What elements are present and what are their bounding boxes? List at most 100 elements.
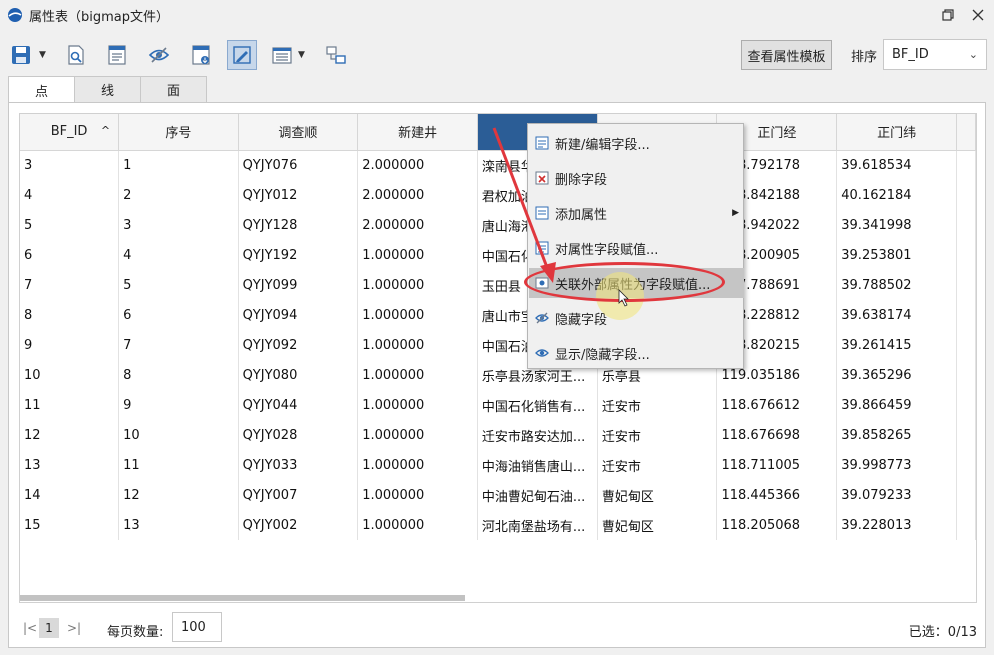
- cell-index[interactable]: 1: [118, 150, 239, 180]
- close-window-button[interactable]: [968, 5, 988, 25]
- cell-latitude[interactable]: 39.866459: [836, 390, 957, 420]
- table-row[interactable]: 13 11 QYJY033 1.000000 中海油销售唐山... 迁安市 118.7110…: [20, 450, 976, 480]
- cell-latitude[interactable]: 39.998773: [836, 450, 957, 480]
- cell-name[interactable]: 河北南堡盐场有...: [477, 510, 598, 540]
- cell-survey-order[interactable]: QYJY002: [238, 510, 359, 540]
- cell-latitude[interactable]: 40.162184: [836, 180, 957, 210]
- column-header-latitude[interactable]: 正门纬: [836, 114, 957, 151]
- cell-bf-id[interactable]: 3: [20, 150, 120, 180]
- cell-index[interactable]: 6: [118, 300, 239, 330]
- table-view-button[interactable]: [267, 40, 297, 70]
- sort-select[interactable]: BF_ID ⌄: [883, 39, 987, 70]
- cell-district[interactable]: 曹妃甸区: [597, 510, 718, 540]
- cell-new-well[interactable]: 1.000000: [357, 420, 478, 450]
- cell-index[interactable]: 2: [118, 180, 239, 210]
- column-header-survey-order[interactable]: 调查顺: [238, 114, 359, 151]
- cell-survey-order[interactable]: QYJY076: [238, 150, 359, 180]
- cell-name[interactable]: 中油曹妃甸石油...: [477, 480, 598, 510]
- table-row[interactable]: 14 12 QYJY007 1.000000 中油曹妃甸石油... 曹妃甸区 118.445…: [20, 480, 976, 510]
- cell-longitude[interactable]: 118.711005: [716, 450, 838, 480]
- cell-index[interactable]: 7: [118, 330, 239, 360]
- cell-index[interactable]: 5: [118, 270, 239, 300]
- menu-item-show-hide-field[interactable]: 显示/隐藏字段...: [529, 338, 744, 368]
- field-list-button[interactable]: [102, 40, 132, 70]
- cell-bf-id[interactable]: 12: [20, 420, 120, 450]
- table-row[interactable]: 3 1 QYJY076 2.000000 滦南县华 118.792178 39.618534: [20, 150, 976, 180]
- last-page-icon[interactable]: >|: [67, 621, 81, 635]
- table-row[interactable]: 15 13 QYJY002 1.000000 河北南堡盐场有... 曹妃甸区 118.205…: [20, 510, 976, 540]
- cell-latitude[interactable]: 39.261415: [836, 330, 957, 360]
- menu-item-link-external[interactable]: 关联外部属性为字段赋值...: [529, 268, 744, 298]
- cell-survey-order[interactable]: QYJY128: [238, 210, 359, 240]
- menu-item-hide-field[interactable]: 隐藏字段: [529, 303, 744, 333]
- attribute-table[interactable]: BF_ID ^ 序号 调查顺 新建井 正门经 正门纬 3 1 QYJY076 2.000…: [19, 113, 977, 603]
- cell-bf-id[interactable]: 5: [20, 210, 120, 240]
- table-row[interactable]: 4 2 QYJY012 2.000000 君权加油 118.842188 40.162184: [20, 180, 976, 210]
- cell-bf-id[interactable]: 8: [20, 300, 120, 330]
- menu-item-delete-field[interactable]: 删除字段: [529, 163, 744, 193]
- cell-latitude[interactable]: 39.228013: [836, 510, 957, 540]
- table-row[interactable]: 10 8 QYJY080 1.000000 乐亭县汤家河王... 乐亭县 119.03518…: [20, 360, 976, 390]
- cell-survey-order[interactable]: QYJY012: [238, 180, 359, 210]
- export-button[interactable]: [186, 40, 216, 70]
- cell-index[interactable]: 13: [118, 510, 239, 540]
- cell-bf-id[interactable]: 4: [20, 180, 120, 210]
- current-page[interactable]: 1: [39, 618, 59, 638]
- column-header-bf-id[interactable]: BF_ID ^: [20, 114, 120, 151]
- table-row[interactable]: 8 6 QYJY094 1.000000 唐山市宝 118.228812 39.638174: [20, 300, 976, 330]
- table-view-dropdown-icon[interactable]: ▼: [298, 50, 305, 60]
- table-row[interactable]: 5 3 QYJY128 2.000000 唐山海港 118.942022 39.341998: [20, 210, 976, 240]
- cell-district[interactable]: 迁安市: [597, 450, 718, 480]
- cell-bf-id[interactable]: 10: [20, 360, 120, 390]
- cell-survey-order[interactable]: QYJY080: [238, 360, 359, 390]
- cell-new-well[interactable]: 2.000000: [357, 210, 478, 240]
- table-row[interactable]: 7 5 QYJY099 1.000000 玉田县 117.788691 39.788502: [20, 270, 976, 300]
- tab-polygon[interactable]: 面: [140, 76, 207, 102]
- menu-item-assign-field[interactable]: 对属性字段赋值...: [529, 233, 744, 263]
- view-attribute-template-button[interactable]: 查看属性模板: [741, 40, 832, 70]
- cell-index[interactable]: 10: [118, 420, 239, 450]
- cell-index[interactable]: 4: [118, 240, 239, 270]
- cell-latitude[interactable]: 39.638174: [836, 300, 957, 330]
- edit-mode-button[interactable]: [227, 40, 257, 70]
- cell-bf-id[interactable]: 13: [20, 450, 120, 480]
- table-row[interactable]: 11 9 QYJY044 1.000000 中国石化销售有... 迁安市 118.67661…: [20, 390, 976, 420]
- relate-button[interactable]: [321, 40, 351, 70]
- cell-survey-order[interactable]: QYJY099: [238, 270, 359, 300]
- cell-index[interactable]: 11: [118, 450, 239, 480]
- first-page-icon[interactable]: |<: [23, 621, 37, 635]
- cell-longitude[interactable]: 118.676612: [716, 390, 838, 420]
- cell-name[interactable]: 迁安市路安达加...: [477, 420, 598, 450]
- cell-survey-order[interactable]: QYJY028: [238, 420, 359, 450]
- cell-survey-order[interactable]: QYJY094: [238, 300, 359, 330]
- cell-new-well[interactable]: 2.000000: [357, 180, 478, 210]
- cell-index[interactable]: 9: [118, 390, 239, 420]
- cell-survey-order[interactable]: QYJY044: [238, 390, 359, 420]
- cell-survey-order[interactable]: QYJY092: [238, 330, 359, 360]
- cell-new-well[interactable]: 1.000000: [357, 270, 478, 300]
- cell-index[interactable]: 8: [118, 360, 239, 390]
- column-header-new-well[interactable]: 新建井: [357, 114, 478, 151]
- visibility-button[interactable]: [144, 40, 174, 70]
- per-page-input[interactable]: 100: [172, 612, 222, 642]
- cell-bf-id[interactable]: 9: [20, 330, 120, 360]
- cell-longitude[interactable]: 118.445366: [716, 480, 838, 510]
- cell-new-well[interactable]: 1.000000: [357, 480, 478, 510]
- cell-district[interactable]: 迁安市: [597, 390, 718, 420]
- cell-name[interactable]: 中海油销售唐山...: [477, 450, 598, 480]
- cell-new-well[interactable]: 1.000000: [357, 360, 478, 390]
- table-row[interactable]: 9 7 QYJY092 1.000000 中国石油 118.820215 39.261415: [20, 330, 976, 360]
- query-button[interactable]: [61, 40, 91, 70]
- column-header-index[interactable]: 序号: [118, 114, 239, 151]
- cell-bf-id[interactable]: 15: [20, 510, 120, 540]
- cell-new-well[interactable]: 1.000000: [357, 450, 478, 480]
- cell-bf-id[interactable]: 6: [20, 240, 120, 270]
- save-dropdown-icon[interactable]: ▼: [39, 50, 46, 60]
- cell-new-well[interactable]: 1.000000: [357, 330, 478, 360]
- restore-window-button[interactable]: [938, 5, 958, 25]
- cell-survey-order[interactable]: QYJY007: [238, 480, 359, 510]
- cell-latitude[interactable]: 39.858265: [836, 420, 957, 450]
- table-row[interactable]: 6 4 QYJY192 1.000000 中国石化 118.200905 39.253801: [20, 240, 976, 270]
- cell-survey-order[interactable]: QYJY033: [238, 450, 359, 480]
- cell-bf-id[interactable]: 7: [20, 270, 120, 300]
